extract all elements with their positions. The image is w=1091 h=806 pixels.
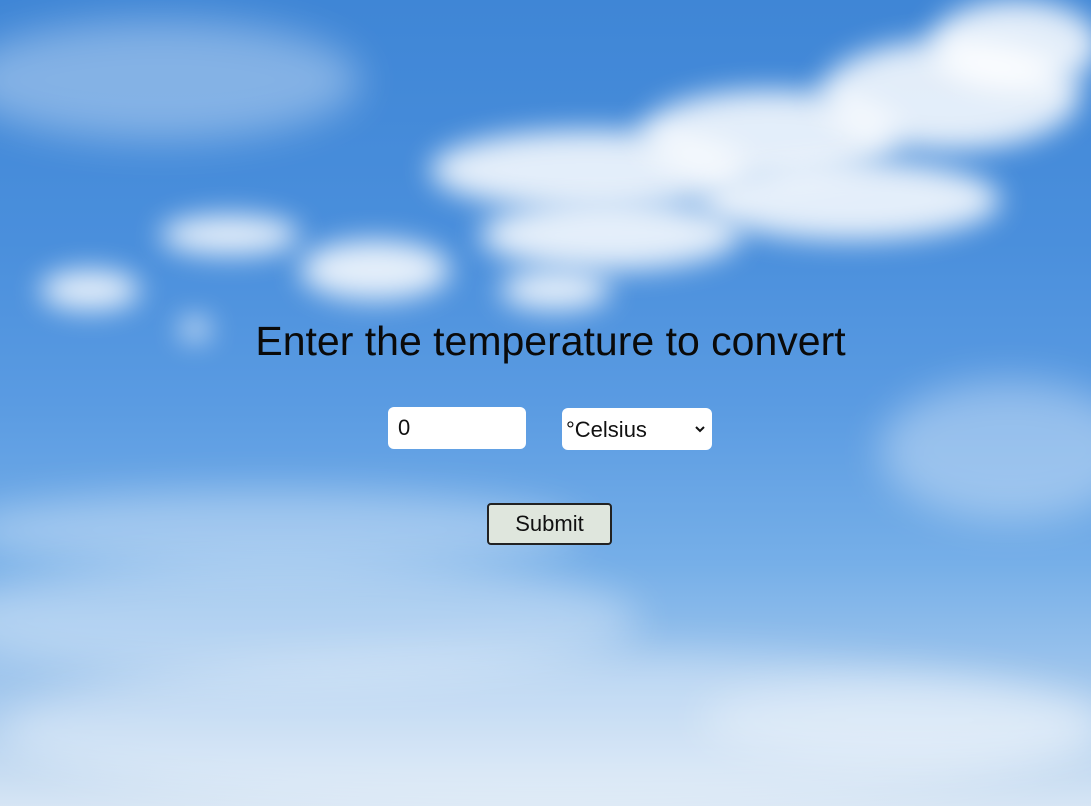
unit-select[interactable]: °Celsius [562,408,712,450]
page-title: Enter the temperature to convert [255,318,846,364]
sky-background [0,0,1091,806]
temperature-input[interactable] [388,407,526,449]
submit-button[interactable]: Submit [487,503,612,545]
